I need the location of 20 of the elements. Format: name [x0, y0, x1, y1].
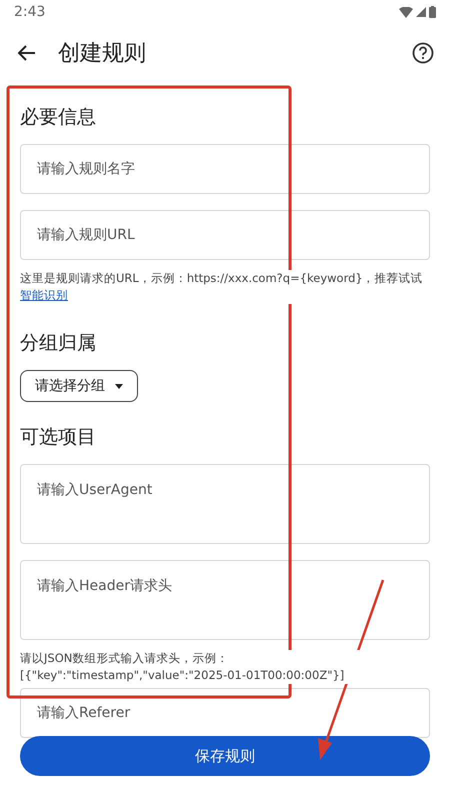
section-heading: 必要信息 — [20, 105, 97, 130]
section-heading: 可选项目 — [20, 425, 97, 450]
section-heading: 分组归属 — [20, 331, 97, 356]
smart-recognize-link[interactable]: 智能识别 — [20, 288, 68, 302]
help-button[interactable] — [412, 42, 434, 64]
back-arrow-icon — [18, 45, 36, 61]
input-field[interactable]: 请输入规则名字 — [20, 144, 430, 194]
group-dropdown[interactable]: 请选择分组 — [20, 370, 138, 402]
wifi-icon — [399, 6, 413, 18]
battery-icon — [429, 6, 436, 18]
page-title: 创建规则 — [58, 40, 147, 68]
status-time: 2:43 — [14, 4, 46, 20]
input-field[interactable]: 请输入Header请求头 — [20, 560, 430, 640]
caret-icon — [115, 384, 123, 388]
save-button[interactable]: 保存规则 — [20, 736, 430, 776]
signal-icon — [416, 7, 426, 17]
back-button[interactable] — [16, 43, 38, 63]
input-field[interactable]: 请输入规则URL — [20, 210, 430, 260]
input-field[interactable]: 请输入UserAgent — [20, 464, 430, 544]
input-field[interactable]: 请输入Referer — [20, 688, 430, 738]
